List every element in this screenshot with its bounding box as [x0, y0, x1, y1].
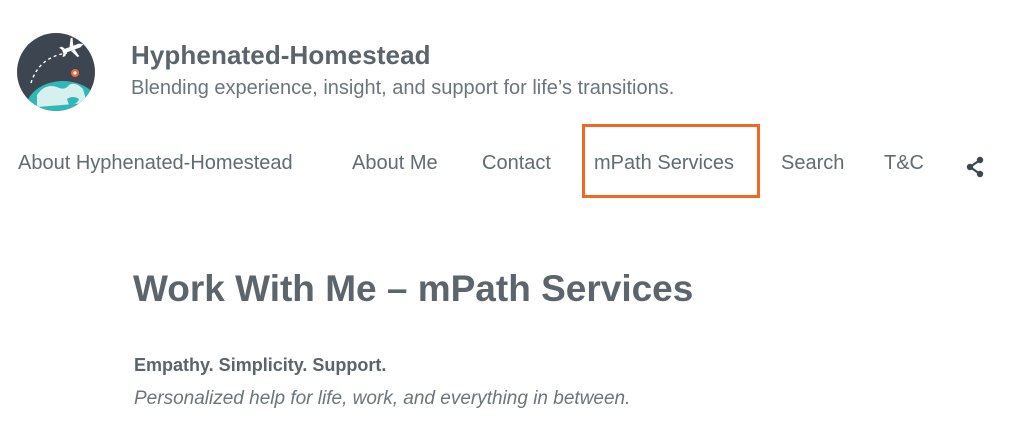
- intro-heading: Empathy. Simplicity. Support.: [134, 355, 387, 375]
- nav-item-about-me[interactable]: About Me: [352, 152, 438, 175]
- site-title[interactable]: Hyphenated-Homestead: [131, 40, 431, 71]
- share-icon[interactable]: [964, 155, 986, 179]
- nav-item-search[interactable]: Search: [781, 152, 844, 175]
- nav-item-about-hyphenated-homestead[interactable]: About Hyphenated-Homestead: [18, 152, 293, 175]
- page-title: Work With Me – mPath Services: [133, 268, 694, 309]
- main-navigation: About Hyphenated-Homestead About Me Cont…: [0, 140, 1022, 192]
- site-header: Hyphenated-Homestead Blending experience…: [0, 0, 1022, 120]
- nav-item-mpath-services[interactable]: mPath Services: [594, 152, 734, 175]
- site-tagline: Blending experience, insight, and suppor…: [131, 77, 675, 99]
- nav-item-contact[interactable]: Contact: [482, 152, 551, 175]
- intro-subtitle: Personalized help for life, work, and ev…: [134, 388, 631, 409]
- site-logo[interactable]: [17, 33, 95, 111]
- globe-airplane-logo-icon: [17, 33, 95, 111]
- nav-item-terms-conditions[interactable]: T&C: [884, 152, 924, 175]
